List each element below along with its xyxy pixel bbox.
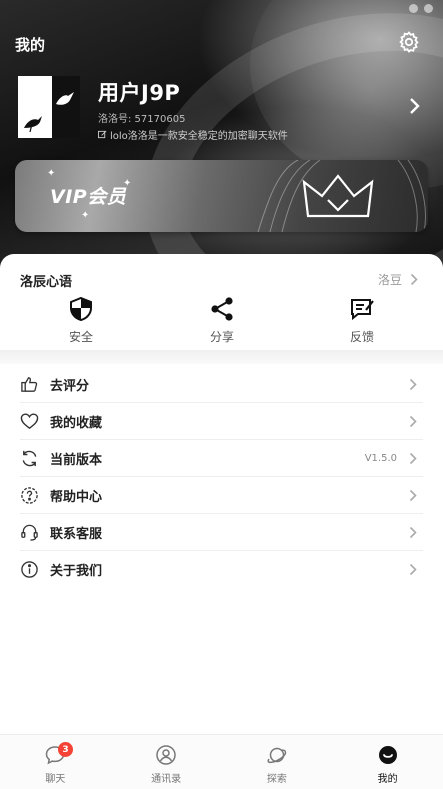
chevron-right-icon [409,415,417,427]
chevron-right-icon [409,489,417,501]
menu-label: 当前版本 [50,452,103,468]
quick-actions: 安全 分享 反馈 [0,296,443,346]
tab-label: 通讯录 [151,774,182,785]
profile-chevron-button[interactable] [407,96,421,116]
menu-label: 关于我们 [50,564,103,579]
edit-icon [98,130,107,139]
info-icon [21,561,38,578]
mood-title: 洛辰心语 [20,275,73,290]
profile-icon [378,746,397,764]
tab-label: 我的 [377,774,398,785]
tab-label: 探索 [266,774,287,785]
coins-label: 洛豆 [377,273,402,287]
chevron-right-icon [409,526,417,538]
profile-header: 我的 用户J9P 洛洛号: 57170605 lolo洛洛是一款安全稳定的加密聊… [0,0,443,290]
headset-icon [21,524,38,541]
wifi-icon [409,4,418,13]
coins-link[interactable]: 洛豆 [378,271,418,288]
bottom-nav: 3 聊天 通讯录 探索 我的 [0,734,443,789]
menu-label: 帮助中心 [50,489,103,505]
refresh-icon [22,450,37,466]
chevron-right-icon [410,273,418,286]
username: 用户J9P [98,81,181,105]
help-icon [21,486,38,504]
gear-icon [399,31,419,53]
section-divider [0,350,443,364]
tab-profile[interactable]: 我的 [332,735,443,789]
thumbs-up-icon [21,376,38,392]
planet-icon [267,747,287,764]
menu-label: 我的收藏 [50,415,103,431]
tab-chat[interactable]: 3 聊天 [0,735,111,789]
shield-icon [70,296,92,322]
menu-item-favorites[interactable]: 我的收藏 [20,403,423,440]
status-bar [409,4,433,13]
menu-item-rate[interactable]: 去评分 [20,366,423,403]
settings-button[interactable] [397,30,421,54]
feedback-label: 反馈 [349,330,374,344]
menu-item-help[interactable]: 帮助中心 [20,477,423,514]
security-action[interactable]: 安全 [41,296,121,345]
share-label: 分享 [209,330,234,344]
menu-label: 联系客服 [50,526,103,542]
menu-item-about[interactable]: 关于我们 [20,551,423,588]
battery-icon [424,4,433,13]
chevron-right-icon [410,98,420,114]
settings-menu: 去评分 我的收藏 当前版本 V1.5.0 帮助中心 联系客服 关于我们 [20,366,423,588]
tab-label: 聊天 [45,774,66,785]
crown-icon [302,174,374,218]
tab-contacts[interactable]: 通讯录 [111,735,222,789]
bird-icon [24,92,74,133]
profile-description: lolo洛洛是一款安全稳定的加密聊天软件 [98,127,288,142]
description-text: lolo洛洛是一款安全稳定的加密聊天软件 [110,131,288,142]
avatar[interactable] [18,76,80,138]
heart-icon [20,412,39,429]
version-value: V1.5.0 [364,452,397,464]
menu-label: 去评分 [50,378,90,394]
sparkle-icon: ✦ [81,210,90,221]
feedback-icon [351,299,374,321]
share-icon [211,297,233,321]
contacts-icon [156,745,176,765]
vip-label: VIP会员 [50,186,127,208]
chevron-right-icon [409,563,417,576]
security-label: 安全 [68,330,93,344]
lolo-id: 洛洛号: 57170605 [98,114,186,125]
chevron-right-icon [409,378,417,390]
menu-item-support[interactable]: 联系客服 [20,514,423,551]
feedback-action[interactable]: 反馈 [322,296,402,345]
main-panel: 洛辰心语 洛豆 安全 分享 反馈 去评分 我的收藏 当前版本 V1.5.0 帮助… [0,254,443,734]
chat-badge: 3 [58,742,73,757]
sparkle-icon: ✦ [47,168,56,179]
page-title: 我的 [15,36,46,54]
menu-item-version[interactable]: 当前版本 V1.5.0 [20,440,423,477]
chevron-right-icon [409,452,417,464]
share-action[interactable]: 分享 [182,296,262,345]
vip-card[interactable]: ✦ ✦ ✦ VIP会员 [15,160,428,232]
tab-explore[interactable]: 探索 [222,735,333,789]
